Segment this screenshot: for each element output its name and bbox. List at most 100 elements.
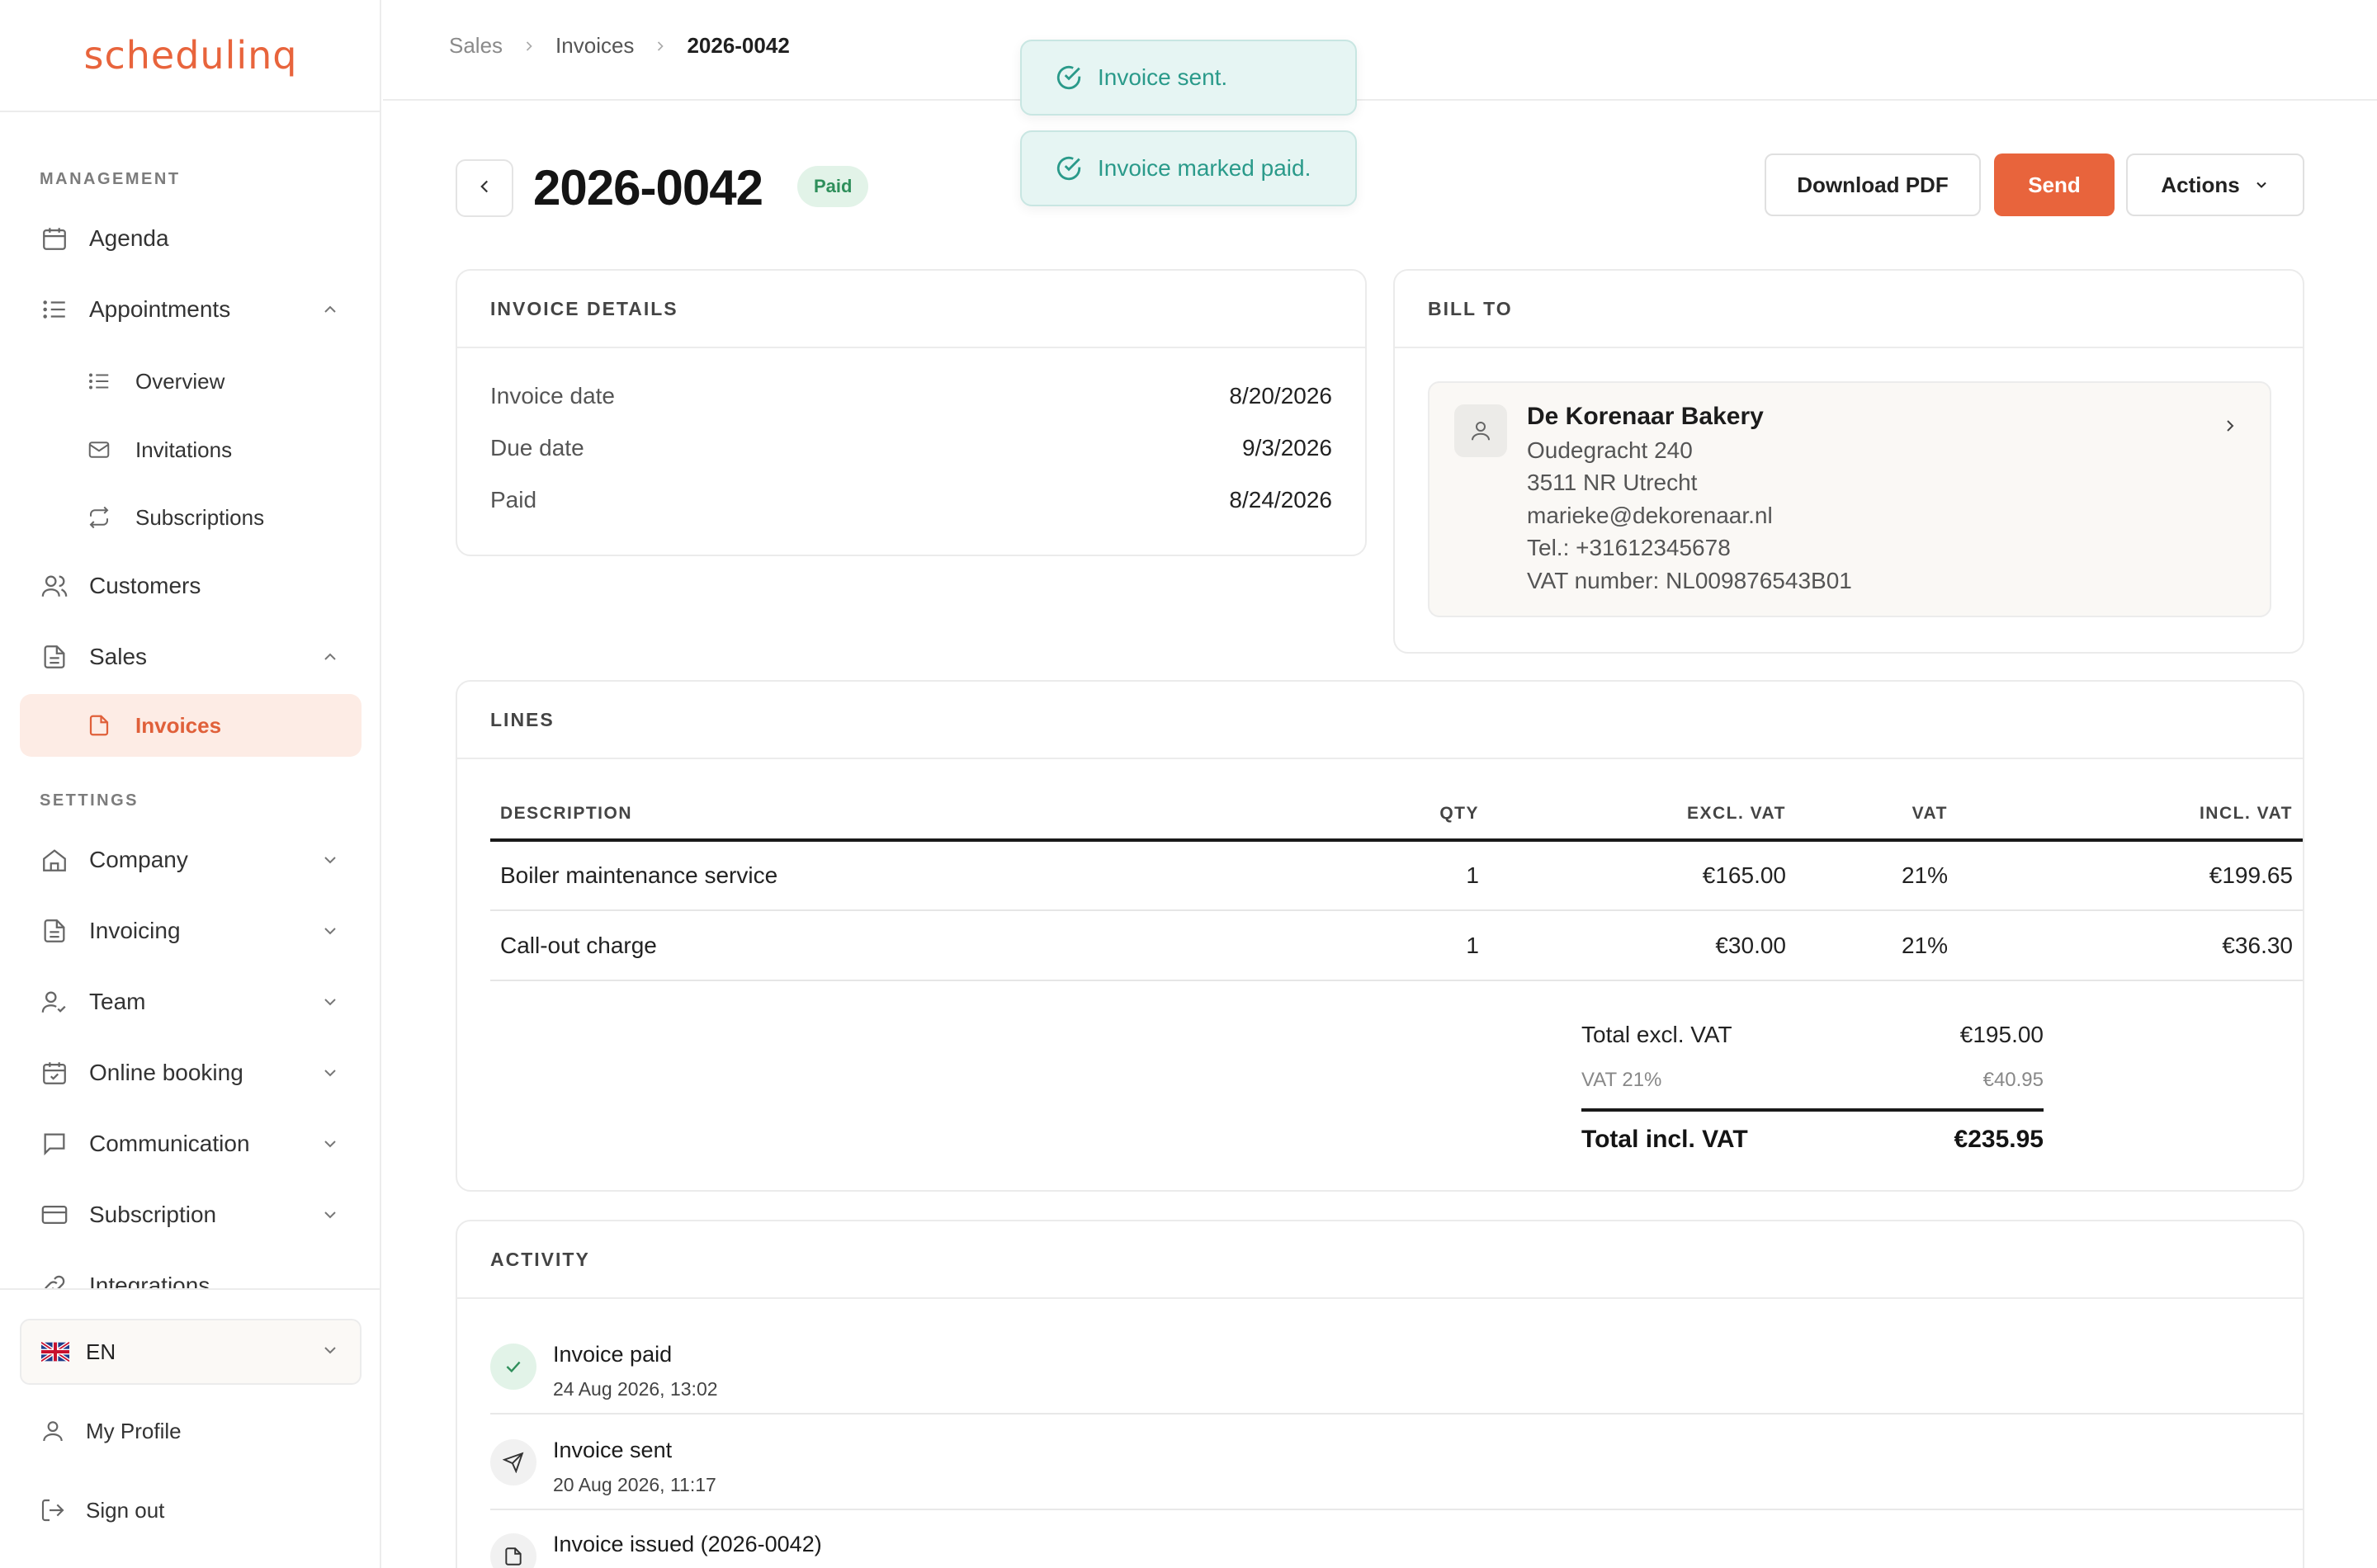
chevron-down-icon	[319, 1061, 342, 1084]
status-badge: Paid	[797, 166, 869, 207]
total-label: VAT 21%	[1581, 1069, 1662, 1091]
toast-invoice-sent: Invoice sent.	[1020, 40, 1357, 116]
sidebar-item-appointments[interactable]: Appointments	[20, 278, 362, 341]
calendar-check-icon	[40, 1058, 69, 1088]
actions-dropdown[interactable]: Actions	[2126, 153, 2304, 216]
sidebar-item-subscription[interactable]: Subscription	[20, 1183, 362, 1246]
message-icon	[40, 1129, 69, 1159]
link-icon	[40, 1271, 69, 1288]
line-qty: 1	[1357, 840, 1489, 911]
lines-table: DESCRIPTION QTY EXCL. VAT VAT INCL. VAT …	[490, 789, 2303, 981]
toast-invoice-paid: Invoice marked paid.	[1020, 130, 1357, 206]
total-excl-vat: Total excl. VAT €195.00	[1581, 1022, 2044, 1048]
download-pdf-button[interactable]: Download PDF	[1765, 153, 1981, 216]
document-icon	[40, 642, 69, 672]
line-vat: 21%	[1796, 840, 1958, 911]
column-qty: QTY	[1357, 789, 1489, 842]
customer-address-line2: 3511 NR Utrecht	[1527, 470, 1698, 495]
chevron-down-icon	[320, 1340, 340, 1364]
total-value: €195.00	[1959, 1022, 2044, 1047]
detail-value: 8/24/2026	[1229, 487, 1332, 512]
page-title: 2026-0042	[533, 160, 763, 215]
detail-row-due-date: Due date 9/3/2026	[490, 435, 1332, 468]
toast-text: Invoice marked paid.	[1098, 155, 1311, 181]
chevron-left-icon	[474, 176, 495, 201]
total-incl-vat: Total incl. VAT €235.95	[1581, 1126, 2044, 1154]
sign-out-link[interactable]: Sign out	[20, 1481, 362, 1539]
sidebar-item-label: Subscriptions	[135, 504, 265, 530]
line-description: Boiler maintenance service	[490, 840, 1357, 911]
user-check-icon	[40, 987, 69, 1017]
sidebar-item-customers[interactable]: Customers	[20, 555, 362, 617]
sidebar-item-subscriptions[interactable]: Subscriptions	[20, 486, 362, 549]
chevron-right-icon	[2220, 416, 2240, 440]
toast-text: Invoice sent.	[1098, 64, 1228, 90]
sidebar-item-company[interactable]: Company	[20, 829, 362, 891]
detail-label: Due date	[490, 435, 584, 460]
language-label: EN	[86, 1339, 116, 1364]
customer-link[interactable]: De Korenaar Bakery Oudegracht 240 3511 N…	[1428, 381, 2271, 617]
back-button[interactable]	[456, 159, 513, 217]
check-icon	[490, 1344, 536, 1390]
table-header-row: DESCRIPTION QTY EXCL. VAT VAT INCL. VAT	[490, 789, 2303, 842]
actions-label: Actions	[2161, 172, 2240, 197]
language-select[interactable]: EN	[20, 1319, 362, 1385]
line-excl-vat: €165.00	[1489, 840, 1796, 911]
breadcrumb-sales[interactable]: Sales	[449, 33, 503, 59]
list-icon	[40, 295, 69, 324]
logo[interactable]: schedulinq	[0, 0, 381, 112]
sidebar: schedulinq MANAGEMENT Agenda Appointment…	[0, 0, 381, 1568]
chevron-down-icon	[319, 919, 342, 942]
sidebar-item-label: Company	[89, 847, 188, 872]
send-button[interactable]: Send	[1994, 153, 2115, 216]
detail-value: 8/20/2026	[1229, 383, 1332, 409]
sidebar-item-label: Overview	[135, 368, 225, 394]
sidebar-nav: MANAGEMENT Agenda Appointments Overview	[0, 112, 380, 1288]
sidebar-item-invitations[interactable]: Invitations	[20, 418, 362, 481]
sidebar-item-label: Integrations	[89, 1273, 210, 1288]
sidebar-item-invoicing[interactable]: Invoicing	[20, 900, 362, 962]
activity-time: 24 Aug 2026, 13:02	[553, 1378, 718, 1400]
chevron-down-icon	[319, 848, 342, 871]
chevron-right-icon	[521, 38, 537, 54]
users-icon	[40, 571, 69, 601]
chevron-up-icon	[319, 298, 342, 321]
section-label-management: MANAGEMENT	[40, 170, 181, 188]
line-qty: 1	[1357, 910, 1489, 981]
sidebar-item-communication[interactable]: Communication	[20, 1112, 362, 1175]
sidebar-item-agenda[interactable]: Agenda	[20, 207, 362, 270]
user-icon	[38, 1416, 68, 1446]
detail-label: Paid	[490, 487, 537, 512]
sidebar-item-online-booking[interactable]: Online booking	[20, 1041, 362, 1104]
customer-email: marieke@dekorenaar.nl	[1527, 503, 1773, 528]
chevron-right-icon	[652, 38, 669, 54]
activity-title: Invoice issued (2026-0042)	[553, 1532, 822, 1556]
chevron-down-icon	[319, 1132, 342, 1155]
mail-icon	[86, 437, 112, 463]
activity-item: Invoice sent 20 Aug 2026, 11:17	[490, 1416, 2303, 1510]
sidebar-item-invoices[interactable]: Invoices	[20, 694, 362, 757]
chevron-down-icon	[2253, 177, 2270, 193]
detail-row-paid: Paid 8/24/2026	[490, 487, 1332, 520]
sidebar-item-integrations[interactable]: Integrations	[20, 1254, 362, 1288]
calendar-icon	[40, 224, 69, 253]
breadcrumb-current: 2026-0042	[687, 33, 790, 58]
sidebar-item-team[interactable]: Team	[20, 971, 362, 1033]
table-row: Call-out charge 1 €30.00 21% €36.30	[490, 910, 2303, 981]
customer-vat-number: VAT number: NL009876543B01	[1527, 568, 1852, 593]
sidebar-item-sales[interactable]: Sales	[20, 626, 362, 688]
my-profile-label: My Profile	[86, 1418, 182, 1443]
sidebar-item-label: Invoices	[135, 712, 222, 738]
repeat-icon	[86, 504, 112, 531]
table-row: Boiler maintenance service 1 €165.00 21%…	[490, 840, 2303, 911]
customer-address-line1: Oudegracht 240	[1527, 437, 1693, 463]
my-profile-link[interactable]: My Profile	[20, 1402, 362, 1460]
breadcrumb-invoices[interactable]: Invoices	[555, 33, 634, 59]
document-icon	[40, 916, 69, 946]
sidebar-item-overview[interactable]: Overview	[20, 350, 362, 413]
total-value: €235.95	[1954, 1126, 2044, 1153]
line-excl-vat: €30.00	[1489, 910, 1796, 981]
customer-phone: Tel.: +31612345678	[1527, 535, 1731, 560]
chevron-down-icon	[319, 1203, 342, 1226]
home-icon	[40, 845, 69, 875]
